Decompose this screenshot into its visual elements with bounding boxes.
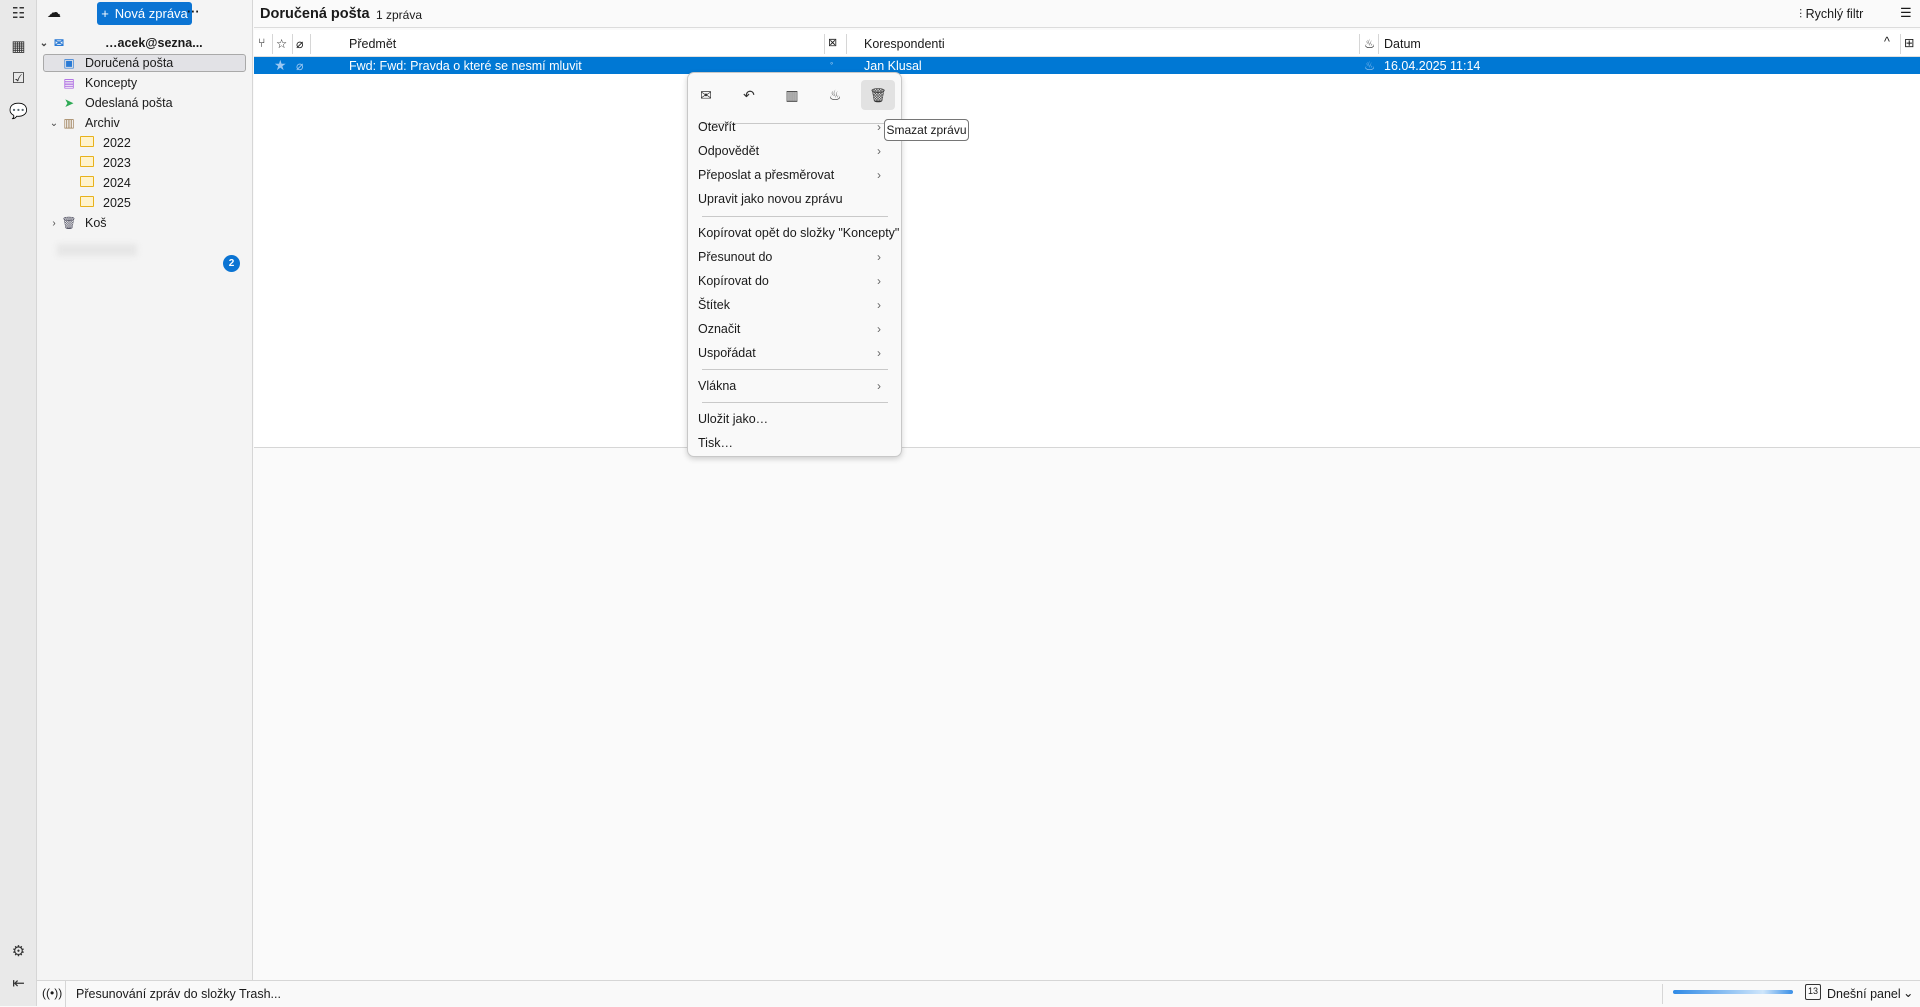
sent-icon: ➤ xyxy=(63,96,75,110)
tasks-icon[interactable]: ☑ xyxy=(9,69,28,88)
folder-archive[interactable]: ⌄ ▥ Archiv xyxy=(47,113,120,133)
message-context-menu: ✉ ↶ ▥ ♨ 🗑 Otevřít › Odpovědět › Přeposlat … xyxy=(687,72,902,457)
inbox-icon: ▣ xyxy=(63,56,75,70)
menu-copy-to-drafts[interactable]: Kopírovat opět do složky "Koncepty" xyxy=(698,222,903,244)
chevron-right-icon: › xyxy=(877,379,881,393)
thread-pane-header: Doručená pošta 1 zpráva ⫶ Rychlý filtr ☰ xyxy=(254,0,1920,28)
thread-column-icon[interactable]: ⑂ xyxy=(258,36,266,50)
message-subject: Fwd: Fwd: Pravda o které se nesmí mluvit xyxy=(349,59,582,73)
message-count: 1 zpráva xyxy=(376,8,423,22)
menu-copy-to[interactable]: Kopírovat do › xyxy=(698,270,893,292)
attachment-column-icon[interactable]: ⌀ xyxy=(296,36,304,51)
chevron-down-icon: ⌄ xyxy=(39,37,49,49)
folder-title: Doručená pošta xyxy=(260,6,370,22)
trash-icon: 🗑 xyxy=(61,216,77,230)
chevron-right-icon: › xyxy=(877,346,881,360)
chevron-down-icon[interactable]: ⌄ xyxy=(1903,985,1913,1000)
new-message-button[interactable]: + Nová zpráva xyxy=(97,2,192,25)
unread-badge: 2 xyxy=(223,255,240,272)
archive-icon[interactable]: ▥ xyxy=(775,80,809,110)
chevron-right-icon: › xyxy=(877,168,881,182)
account-icon: ✉ xyxy=(53,36,65,50)
folder-inbox[interactable]: ▣ Doručená pošta xyxy=(61,53,173,73)
plus-icon: + xyxy=(101,6,109,21)
folder-pane: ☁ + Nová zpráva ··· ⌄ ✉ …acek@sezna... ▣ Dor… xyxy=(37,0,253,980)
sort-ascending-icon: ^ xyxy=(1884,35,1890,49)
status-bar: ((•)) Přesunování zpráv do složky Trash.… xyxy=(37,980,1920,1007)
chevron-right-icon: › xyxy=(877,120,881,134)
star-icon[interactable]: ★ xyxy=(274,57,287,74)
drafts-icon: ▤ xyxy=(63,76,75,90)
folder-drafts[interactable]: ▤ Koncepty xyxy=(61,73,137,93)
account-row[interactable]: ⌄ ✉ …acek@sezna... xyxy=(37,33,203,53)
junk-column-icon[interactable]: ⊠ xyxy=(828,36,837,49)
chevron-down-icon[interactable]: ⌄ xyxy=(47,118,61,129)
menu-move-to[interactable]: Přesunout do › xyxy=(698,246,893,268)
column-header-row: ⑂ ☆ ⌀ Předmět ⊠ Korespondenti ♨ Datum ^ … xyxy=(254,30,1920,57)
thread-list xyxy=(254,57,1920,448)
menu-edit-as-new[interactable]: Upravit jako novou zprávu xyxy=(698,188,893,210)
progress-bar xyxy=(1673,990,1793,994)
quick-filter-button[interactable]: ⫶ Rychlý filtr xyxy=(1799,7,1863,22)
collapse-icon[interactable]: ⇤ xyxy=(9,974,28,993)
get-messages-icon[interactable]: ☁ xyxy=(47,4,61,21)
more-menu-button[interactable]: ··· xyxy=(187,5,200,19)
chevron-right-icon: › xyxy=(877,250,881,264)
junk-icon[interactable]: ♨ xyxy=(818,80,852,110)
message-correspondent: Jan Klusal xyxy=(864,59,922,73)
filter-icon: ⫶ xyxy=(1799,7,1806,21)
folder-icon xyxy=(79,136,95,150)
column-subject[interactable]: Předmět xyxy=(349,37,396,51)
menu-threads[interactable]: Vlákna › xyxy=(698,375,893,397)
calendar-icon[interactable]: ▦ xyxy=(9,37,28,56)
menu-save-as[interactable]: Uložit jako… xyxy=(698,408,893,430)
menu-open[interactable]: Otevřít › xyxy=(698,116,893,138)
mark-icon[interactable]: ✉ xyxy=(689,80,723,110)
blurred-account[interactable] xyxy=(57,244,137,256)
folder-icon xyxy=(79,156,95,170)
reply-icon[interactable]: ↶ xyxy=(732,80,766,110)
chevron-right-icon[interactable]: › xyxy=(47,218,61,229)
status-text: Přesunování zpráv do složky Trash... xyxy=(76,987,281,1001)
folder-2025[interactable]: 2025 xyxy=(79,193,131,213)
folder-2022[interactable]: 2022 xyxy=(79,133,131,153)
chevron-right-icon: › xyxy=(877,322,881,336)
spaces-toolbar: ☷ ▦ ☑ 💬 ⚙ ⇤ xyxy=(0,0,37,1006)
message-row[interactable]: ★ ⌀ Fwd: Fwd: Pravda o které se nesmí ml… xyxy=(254,57,1920,74)
folder-trash[interactable]: › 🗑 Koš xyxy=(47,213,106,233)
online-status-icon[interactable]: ((•)) xyxy=(42,986,62,1000)
column-picker-icon[interactable]: ⊞ xyxy=(1904,35,1914,50)
delete-icon[interactable]: 🗑 xyxy=(861,80,895,110)
message-date: 16.04.2025 11:14 xyxy=(1384,59,1481,73)
tooltip: Smazat zprávu xyxy=(884,119,969,141)
column-correspondents[interactable]: Korespondenti xyxy=(864,37,945,51)
column-date[interactable]: Datum xyxy=(1384,37,1421,51)
junk-status-icon[interactable]: ♨ xyxy=(1364,58,1375,73)
menu-tag[interactable]: Štítek › xyxy=(698,294,893,316)
folder-2023[interactable]: 2023 xyxy=(79,153,131,173)
menu-reply[interactable]: Odpovědět › xyxy=(698,140,893,162)
menu-organize[interactable]: Uspořádat › xyxy=(698,342,893,364)
menu-forward-redirect[interactable]: Přeposlat a přesměrovat › xyxy=(698,164,893,186)
junk-status-column-icon[interactable]: ♨ xyxy=(1364,36,1375,51)
display-options-icon[interactable]: ☰ xyxy=(1900,5,1912,21)
settings-icon[interactable]: ⚙ xyxy=(9,942,28,961)
folder-sent[interactable]: ➤ Odeslaná pošta xyxy=(61,93,173,113)
menu-print[interactable]: Tisk… xyxy=(698,432,893,454)
folder-icon xyxy=(79,196,95,210)
chevron-right-icon: › xyxy=(877,298,881,312)
calendar-icon: 13 xyxy=(1805,984,1821,1000)
archive-icon: ▥ xyxy=(63,116,75,130)
star-column-icon[interactable]: ☆ xyxy=(276,36,287,51)
folder-icon xyxy=(79,176,95,190)
today-pane-toggle[interactable]: Dnešní panel xyxy=(1827,987,1901,1001)
menu-mark[interactable]: Označit › xyxy=(698,318,893,340)
attachment-icon: ⌀ xyxy=(296,59,304,73)
read-status-icon[interactable]: ◦ xyxy=(830,58,833,68)
folder-2024[interactable]: 2024 xyxy=(79,173,131,193)
chat-icon[interactable]: 💬 xyxy=(9,102,28,121)
chevron-right-icon: › xyxy=(877,274,881,288)
address-book-icon[interactable]: ☷ xyxy=(9,4,28,23)
chevron-right-icon: › xyxy=(877,144,881,158)
